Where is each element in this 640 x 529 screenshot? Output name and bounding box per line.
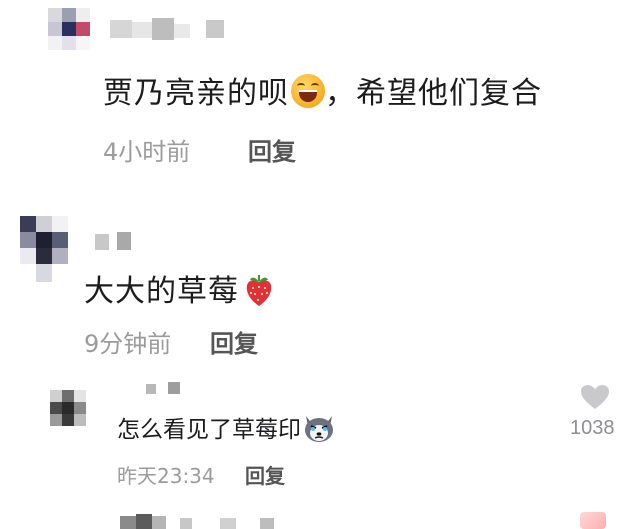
watermark-icon — [580, 512, 606, 529]
comment-text: 大大的草莓 — [84, 266, 277, 310]
next-comment-blurred — [120, 512, 300, 529]
avatar[interactable] — [48, 8, 90, 50]
husky-dog-emoji-icon — [305, 416, 333, 442]
comment-text-part1: 贾乃亮亲的呗 — [103, 76, 289, 111]
laughing-face-emoji-icon — [291, 74, 325, 108]
reply-text-content: 怎么看见了草莓印 — [117, 417, 301, 443]
reply-timestamp: 昨天23:34 — [117, 464, 215, 488]
username-blurred[interactable] — [110, 18, 230, 40]
comment-text: 贾乃亮亲的呗 ，希望他们复合 — [103, 68, 542, 112]
username-blurred[interactable] — [146, 382, 186, 396]
reply-button[interactable]: 回复 — [210, 324, 258, 359]
like-count: 1038 — [570, 417, 615, 439]
strawberry-emoji-icon — [246, 275, 272, 306]
comment-text-content: 大大的草莓 — [84, 274, 239, 309]
heart-icon[interactable] — [580, 384, 610, 410]
username-blurred[interactable] — [95, 232, 135, 252]
reply-button[interactable]: 回复 — [248, 132, 296, 167]
reply-text: 怎么看见了草莓印 — [117, 410, 336, 444]
reply-button[interactable]: 回复 — [245, 460, 285, 489]
comment-text-part2: ，希望他们复合 — [325, 76, 542, 111]
avatar[interactable] — [20, 216, 68, 282]
comment-timestamp: 4小时前 — [103, 138, 191, 166]
avatar[interactable] — [50, 390, 86, 426]
comment-timestamp: 9分钟前 — [84, 330, 172, 358]
